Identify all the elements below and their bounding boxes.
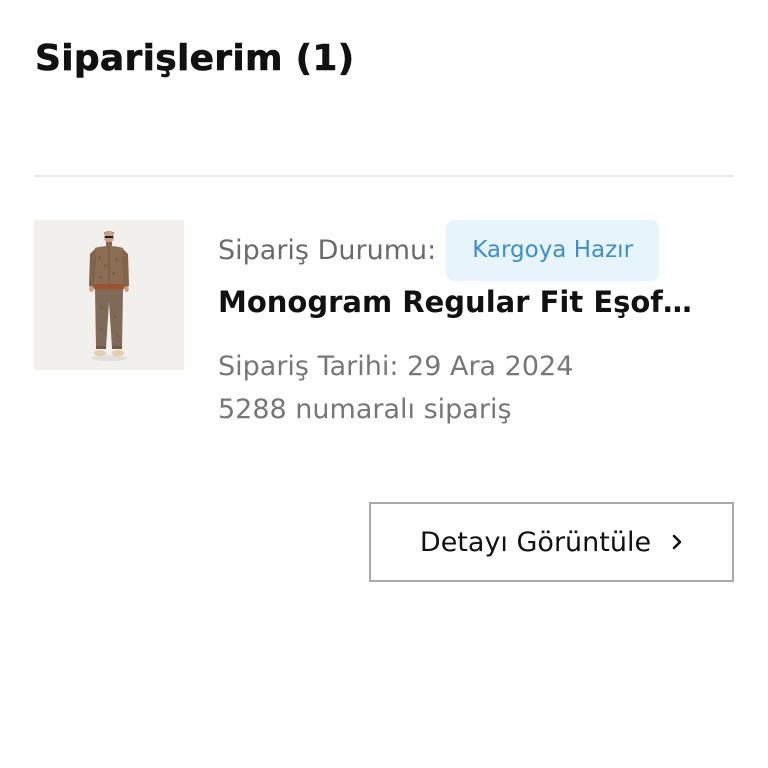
order-status-row: Sipariş Durumu: Kargoya Hazır: [218, 219, 660, 281]
order-status-label: Sipariş Durumu:: [218, 234, 437, 266]
product-name[interactable]: Monogram Regular Fit Eşof…: [218, 285, 718, 319]
order-date: Sipariş Tarihi: 29 Ara 2024: [218, 351, 574, 382]
orders-page: Siparişlerim (1) Sipariş Durumu: Kargoya…: [0, 0, 768, 768]
status-badge: Kargoya Hazır: [446, 219, 660, 281]
chevron-right-icon: [671, 533, 683, 551]
divider: [34, 175, 734, 177]
view-details-label: Detayı Görüntüle: [419, 526, 652, 558]
view-details-button[interactable]: Detayı Görüntüle: [369, 502, 734, 582]
order-number: 5288 numaralı sipariş: [218, 394, 512, 425]
order-card: Sipariş Durumu: Kargoya Hazır Monogram R…: [34, 219, 734, 439]
product-image[interactable]: [34, 220, 184, 370]
page-title: Siparişlerim (1): [35, 38, 355, 80]
